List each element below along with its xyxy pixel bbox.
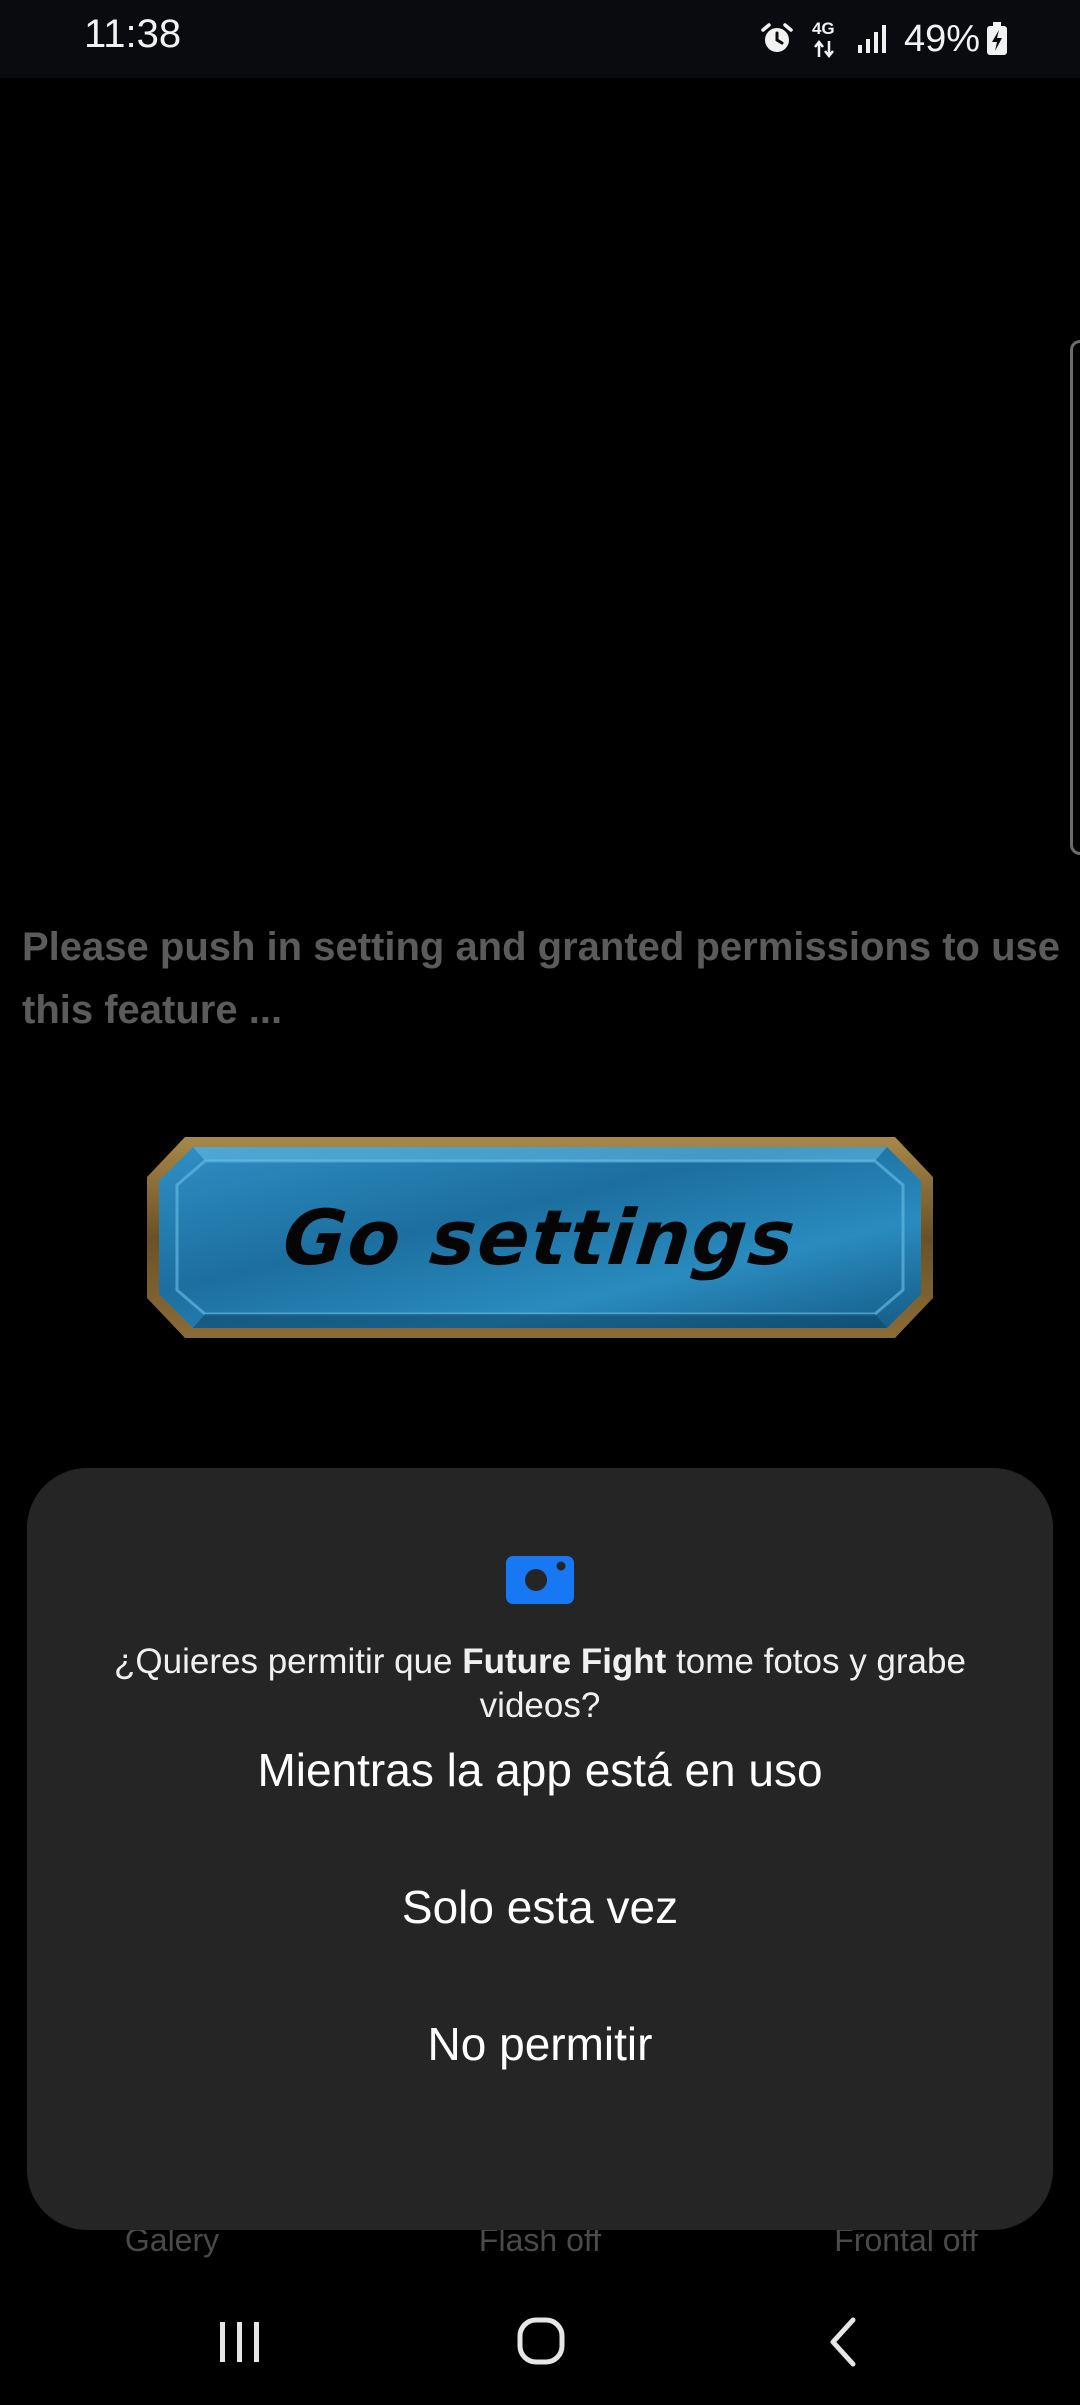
recent-apps-icon[interactable] — [180, 2280, 300, 2400]
permission-message: Please push in setting and granted permi… — [22, 925, 1061, 1032]
permission-dialog: ¿Quieres permitir que Future Fight tome … — [27, 1468, 1053, 2230]
alarm-icon — [760, 22, 794, 56]
back-icon[interactable] — [783, 2280, 903, 2400]
status-time: 11:38 — [84, 12, 182, 56]
signal-icon — [856, 23, 888, 55]
deny-button[interactable]: No permitir — [27, 1984, 1053, 2104]
allow-once-button[interactable]: Solo esta vez — [27, 1847, 1053, 1967]
go-settings-button[interactable]: Go settings — [145, 1135, 935, 1340]
battery-percent: 49% — [903, 17, 980, 60]
go-settings-label: Go settings — [279, 1193, 801, 1282]
allow-while-using-button[interactable]: Mientras la app está en uso — [27, 1710, 1053, 1830]
navigation-bar — [0, 2280, 1080, 2400]
battery-charging-icon — [986, 22, 1008, 56]
status-bar: 11:38 4G 49% — [0, 0, 1080, 78]
camera-icon — [506, 1552, 574, 1604]
home-icon[interactable] — [481, 2280, 601, 2400]
status-icons: 4G 49% — [760, 14, 1008, 64]
edge-panel-handle[interactable] — [1070, 340, 1080, 855]
app-name: Future Fight — [462, 1642, 667, 1681]
network-type-icon: 4G — [810, 19, 840, 59]
